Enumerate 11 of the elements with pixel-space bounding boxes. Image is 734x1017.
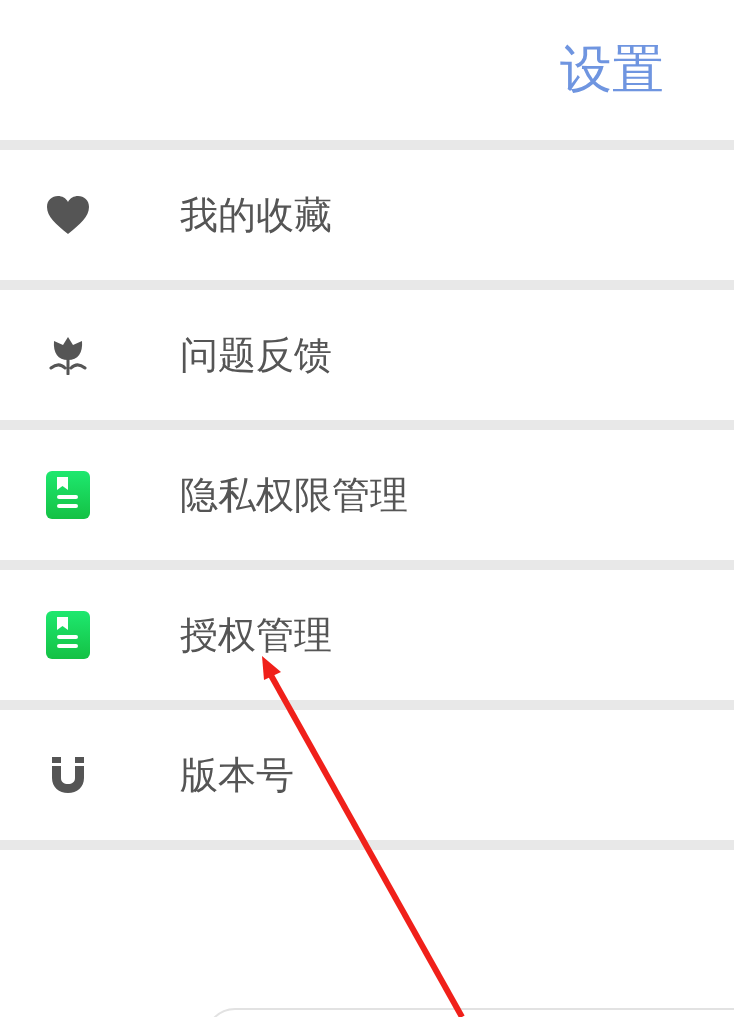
menu-item[interactable]: 隐私权限管理 <box>0 430 734 560</box>
menu-item[interactable]: 我的收藏 <box>0 150 734 280</box>
book-icon <box>46 471 90 519</box>
magnet-icon <box>51 757 85 793</box>
menu-item[interactable]: 版本号 <box>0 710 734 840</box>
menu-item[interactable]: 问题反馈 <box>0 290 734 420</box>
heart-icon <box>46 195 90 235</box>
tulip-icon <box>48 335 88 375</box>
menu-item[interactable]: 授权管理 <box>0 570 734 700</box>
page-title: 设置 <box>560 38 664 101</box>
book-icon <box>46 611 90 659</box>
